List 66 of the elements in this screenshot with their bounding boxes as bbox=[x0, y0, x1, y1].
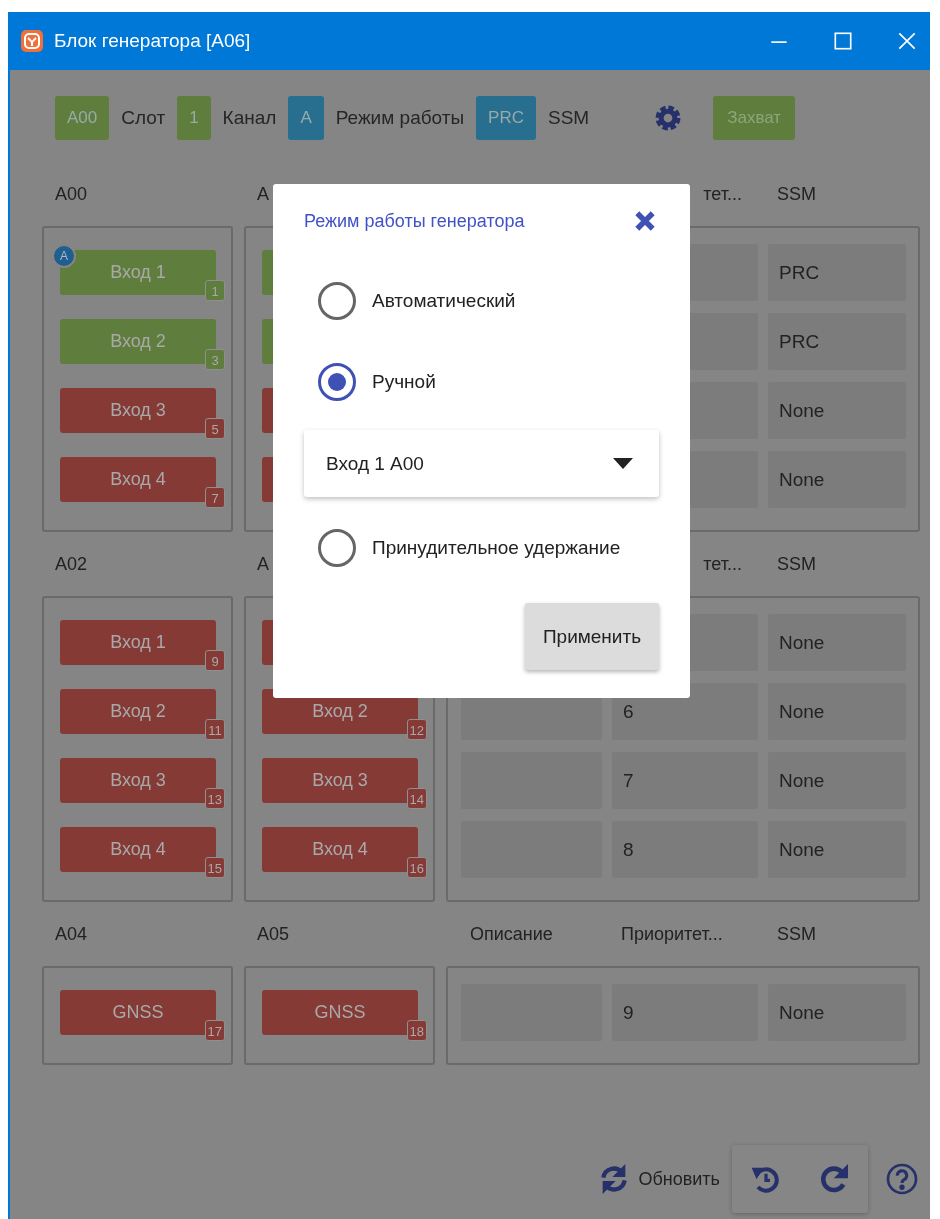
column-header: Описание bbox=[470, 924, 553, 944]
slot-heading: A04 bbox=[55, 924, 88, 944]
legend-chip: A00 bbox=[55, 95, 110, 140]
redo-icon[interactable] bbox=[818, 1163, 850, 1195]
radio-button[interactable] bbox=[318, 282, 356, 320]
channel-badge: 16 bbox=[406, 857, 427, 878]
app-icon bbox=[20, 29, 44, 53]
mode-badge: A bbox=[52, 244, 76, 268]
table-cell: None bbox=[768, 683, 906, 740]
slot-heading: A02 bbox=[55, 554, 88, 574]
column-header: тет... bbox=[703, 554, 742, 574]
dialog-title: Режим работы генератора bbox=[304, 210, 525, 232]
source-select[interactable]: Вход 1 A00 bbox=[304, 430, 659, 497]
channel-badge: 12 bbox=[406, 719, 427, 740]
window-title: Блок генератора [A06] bbox=[54, 30, 251, 52]
legend-label: SSM bbox=[548, 106, 590, 129]
help-icon[interactable] bbox=[886, 1163, 918, 1195]
apply-button[interactable]: Применить bbox=[525, 603, 659, 670]
slot-heading: A05 bbox=[257, 924, 290, 944]
channel-badge: 9 bbox=[205, 650, 225, 671]
maximize-icon[interactable] bbox=[832, 30, 854, 52]
column-header: SSM bbox=[777, 924, 816, 944]
legend-chip: A bbox=[288, 95, 324, 140]
slot-heading: A00 bbox=[55, 184, 88, 204]
channel-badge: 13 bbox=[204, 788, 225, 809]
table-cell: None bbox=[768, 614, 906, 671]
radio-button[interactable] bbox=[318, 529, 356, 567]
option-label: Ручной bbox=[372, 371, 436, 393]
legend-chip: 1 bbox=[177, 95, 211, 140]
table-cell: PRC bbox=[768, 244, 906, 301]
capture-button[interactable]: Захват bbox=[713, 95, 796, 140]
channel-badge: 15 bbox=[204, 857, 225, 878]
legend-label: Слот bbox=[121, 106, 166, 129]
table-cell: PRC bbox=[768, 313, 906, 370]
channel-badge: 3 bbox=[205, 349, 225, 370]
column-header: SSM bbox=[777, 184, 816, 204]
close-icon[interactable] bbox=[896, 30, 918, 52]
channel-badge: 7 bbox=[205, 487, 225, 508]
table-cell: 9 bbox=[612, 984, 758, 1041]
radio-button[interactable] bbox=[318, 363, 356, 401]
channel-badge: 11 bbox=[205, 719, 225, 740]
close-icon[interactable] bbox=[634, 210, 656, 232]
table-cell: None bbox=[768, 451, 906, 508]
slot-heading: A bbox=[257, 184, 269, 204]
table-cell: None bbox=[768, 984, 906, 1041]
option-label: Автоматический bbox=[372, 290, 516, 312]
slot-heading: A bbox=[257, 554, 269, 574]
option-label: Принудительное удержание bbox=[372, 537, 621, 559]
column-header: Приоритет... bbox=[621, 924, 723, 944]
column-header: SSM bbox=[777, 554, 816, 574]
table-cell: 8 bbox=[612, 821, 758, 878]
channel-badge: 17 bbox=[204, 1020, 225, 1041]
caret-icon bbox=[613, 457, 633, 470]
legend-chip: PRC bbox=[476, 95, 536, 140]
table-cell: None bbox=[768, 752, 906, 809]
table-cell: None bbox=[768, 382, 906, 439]
column-header: тет... bbox=[703, 184, 742, 204]
refresh-button[interactable]: Обновить bbox=[598, 1163, 720, 1195]
legend-label: Режим работы bbox=[335, 106, 465, 129]
channel-badge: 5 bbox=[205, 418, 225, 439]
table-cell: None bbox=[768, 821, 906, 878]
legend-label: Канал bbox=[222, 106, 277, 129]
channel-badge: 1 bbox=[205, 280, 225, 301]
channel-badge: 18 bbox=[406, 1020, 427, 1041]
table-cell: 7 bbox=[612, 752, 758, 809]
channel-badge: 14 bbox=[406, 788, 427, 809]
